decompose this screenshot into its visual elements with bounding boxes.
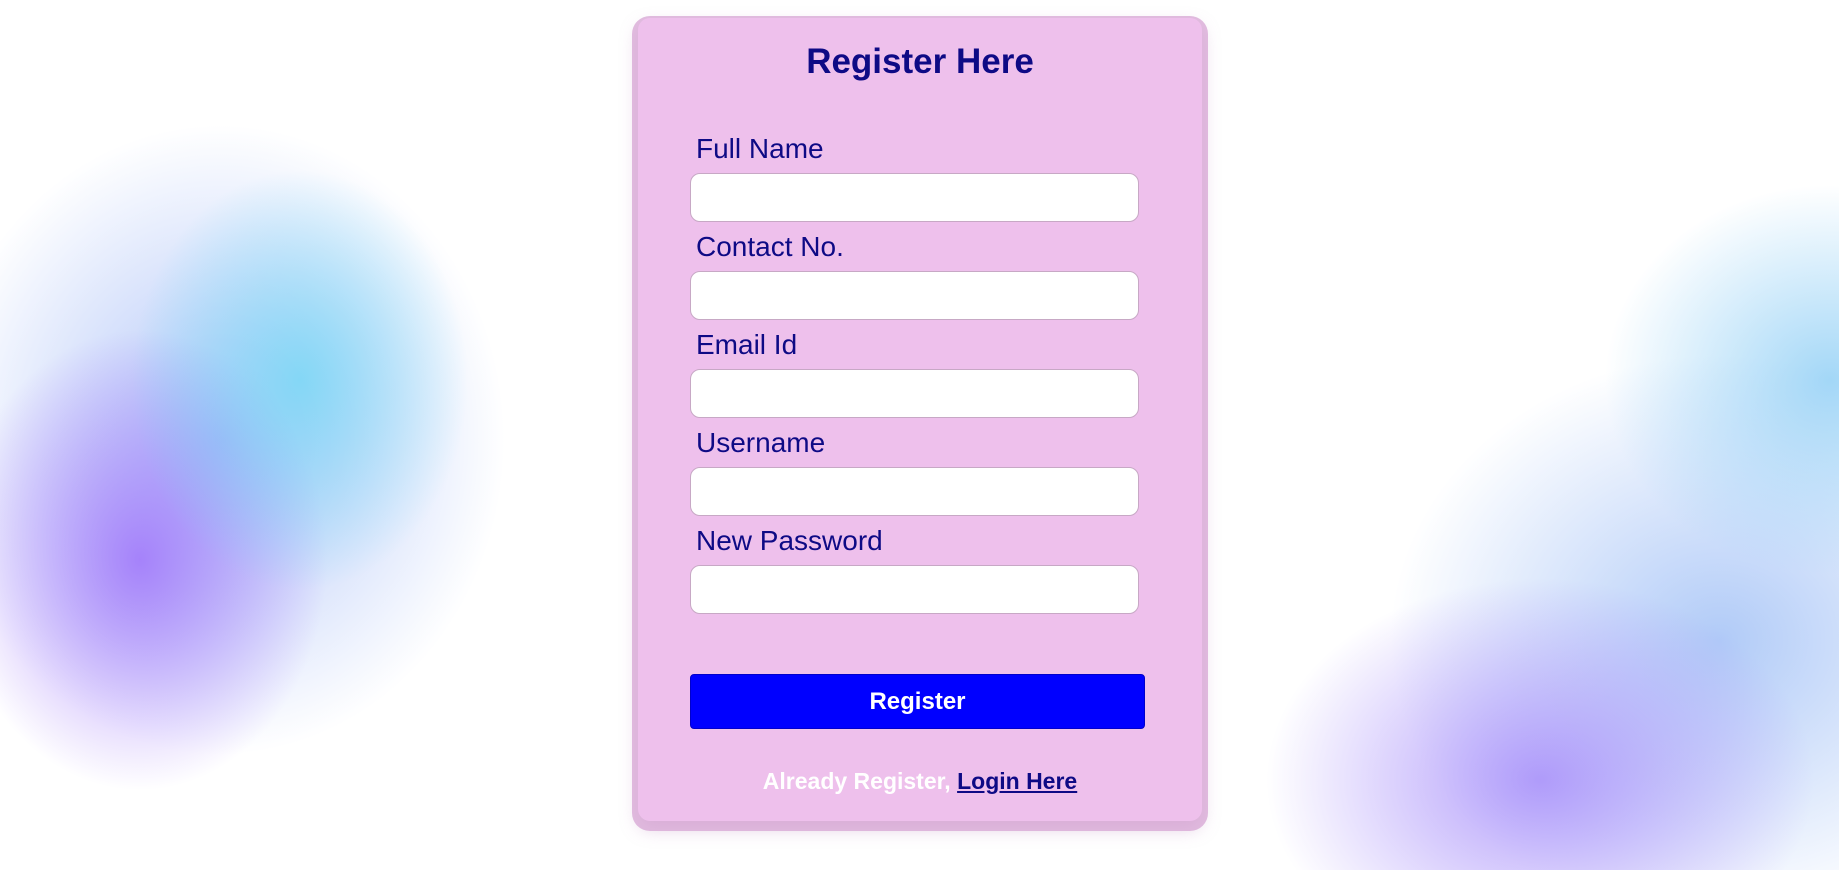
footer-text: Already Register, bbox=[762, 768, 951, 794]
username-label: Username bbox=[696, 427, 826, 458]
email-id-label: Email Id bbox=[696, 329, 798, 360]
new-password-label: New Password bbox=[696, 525, 883, 556]
full-name-input[interactable] bbox=[690, 173, 1139, 222]
full-name-label: Full Name bbox=[696, 133, 824, 164]
footer-login-prompt: Already Register, Login Here bbox=[638, 768, 1202, 795]
login-here-link[interactable]: Login Here bbox=[957, 768, 1077, 794]
new-password-input[interactable] bbox=[690, 565, 1139, 614]
contact-no-label: Contact No. bbox=[696, 231, 844, 262]
contact-no-input[interactable] bbox=[690, 271, 1139, 320]
register-card: Register Here Full Name Contact No. Emai… bbox=[638, 18, 1202, 821]
username-input[interactable] bbox=[690, 467, 1139, 516]
register-button[interactable]: Register bbox=[690, 674, 1145, 729]
form-title: Register Here bbox=[806, 42, 1034, 81]
email-id-input[interactable] bbox=[690, 369, 1139, 418]
